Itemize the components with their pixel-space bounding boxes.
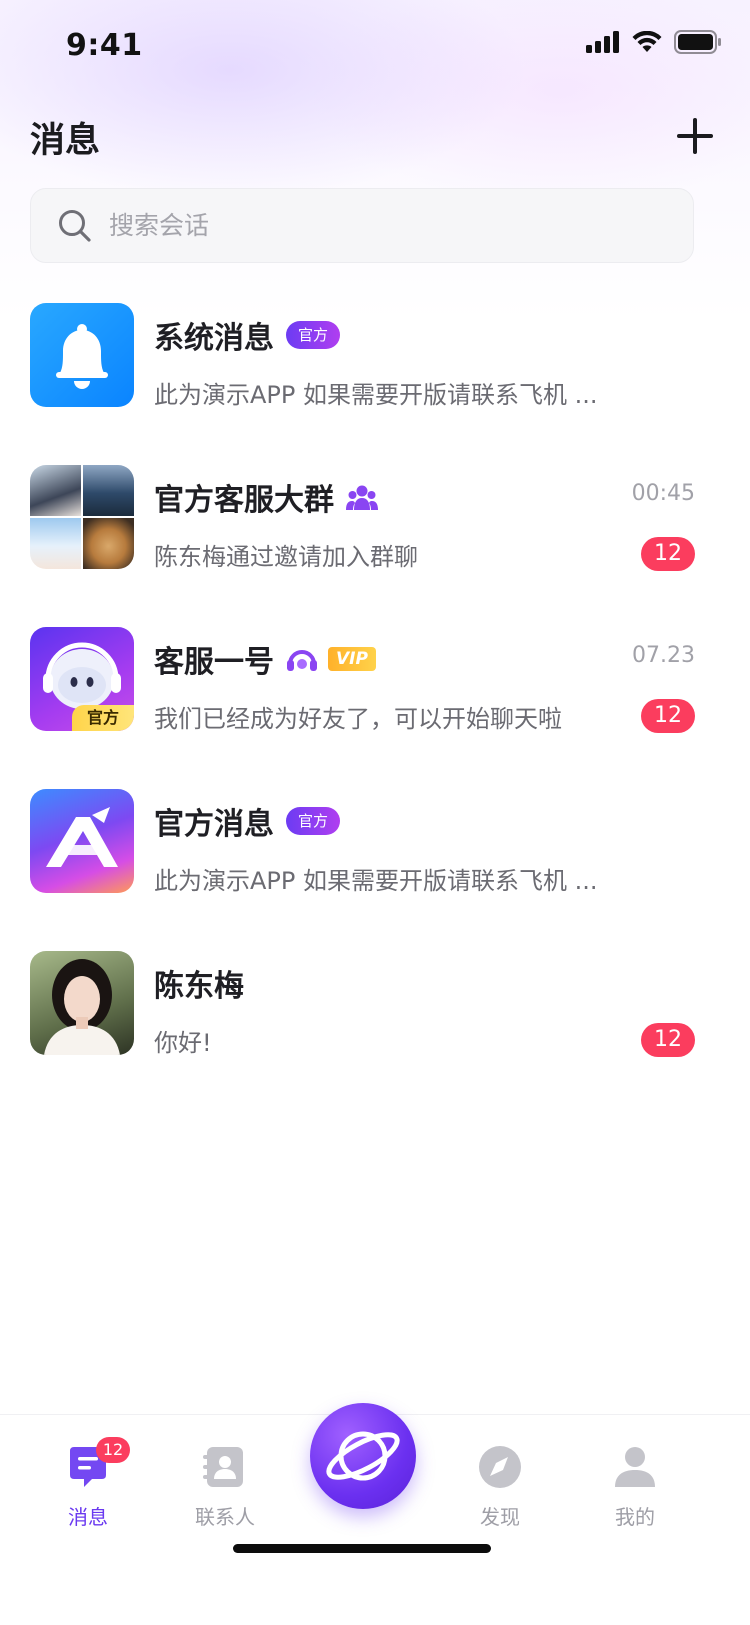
conversation-title: 陈东梅 (154, 969, 244, 1004)
conversation-name: 陈东梅 (154, 961, 244, 1005)
unread-badge: 12 (641, 699, 695, 733)
tab-bar: 12 消息 联系人 发现 我的 (0, 1403, 750, 1625)
conversation-item[interactable]: 官方 客服一号 VIP 07.23 我们已经成为好友了，可以开始聊天啦 12 (0, 627, 750, 789)
headset-icon (287, 650, 317, 671)
conversation-preview: 此为演示APP 如果需要开版请联系飞机 ... (154, 381, 598, 409)
conversation-title: 系统消息 (154, 321, 274, 356)
conversation-name: 系统消息 官方 (154, 313, 341, 357)
tab-discover[interactable]: 发现 (440, 1429, 560, 1529)
tab-profile[interactable]: 我的 (575, 1429, 695, 1529)
tab-messages[interactable]: 12 消息 (28, 1429, 148, 1529)
conversation-time: 00:45 (631, 481, 695, 506)
contacts-icon (203, 1447, 243, 1487)
plus-icon[interactable] (675, 116, 715, 156)
conversation-preview: 此为演示APP 如果需要开版请联系飞机 ... (154, 867, 598, 895)
conversation-list: 系统消息 官方 此为演示APP 如果需要开版请联系飞机 ... 官方客服大群 0… (0, 303, 750, 1113)
avatar-official-tag: 官方 (72, 705, 134, 731)
bell-avatar (30, 303, 134, 407)
official-tag: 官方 (286, 807, 341, 835)
group-photo-3 (30, 518, 81, 569)
conversation-time: 07.23 (632, 643, 695, 668)
portrait-avatar (30, 951, 134, 1055)
conversation-item[interactable]: 系统消息 官方 此为演示APP 如果需要开版请联系飞机 ... (0, 303, 750, 465)
signal-icon (586, 31, 619, 53)
conversation-preview: 我们已经成为好友了，可以开始聊天啦 (154, 705, 562, 733)
unread-badge: 12 (641, 1023, 695, 1057)
conversation-preview: 你好! (154, 1029, 212, 1057)
search-icon (59, 209, 91, 242)
group-icon (346, 485, 378, 510)
conversation-preview: 陈东梅通过邀请加入群聊 (154, 543, 418, 571)
group-photo-grid (30, 465, 134, 569)
conversation-title: 客服一号 (154, 645, 274, 680)
battery-icon (674, 30, 721, 54)
center-action-button[interactable] (310, 1403, 416, 1509)
robot-avatar: 官方 (30, 627, 134, 731)
conversation-title: 官方消息 (154, 807, 274, 842)
conversation-item[interactable]: 陈东梅 你好! 12 (0, 951, 750, 1113)
tab-label: 消息 (68, 1505, 108, 1529)
vip-tag: VIP (328, 647, 376, 671)
tab-contacts[interactable]: 联系人 (165, 1429, 285, 1529)
compass-icon (479, 1446, 521, 1488)
conversation-item[interactable]: 官方客服大群 00:45 陈东梅通过邀请加入群聊 12 (0, 465, 750, 627)
bell-icon (56, 324, 108, 389)
header: 消息 (0, 100, 750, 180)
status-icons (586, 30, 722, 54)
app-logo-avatar (30, 789, 134, 893)
tab-label: 我的 (615, 1505, 655, 1529)
conversation-title: 官方客服大群 (154, 483, 334, 518)
conversation-item[interactable]: 官方消息 官方 此为演示APP 如果需要开版请联系飞机 ... (0, 789, 750, 951)
app-logo-icon (46, 807, 118, 867)
wifi-icon (632, 31, 662, 52)
search-bar[interactable] (30, 188, 694, 263)
official-tag: 官方 (286, 321, 341, 349)
conversation-name: 官方消息 官方 (154, 799, 341, 843)
home-indicator (233, 1544, 491, 1553)
tab-unread-badge: 12 (96, 1437, 130, 1463)
planet-icon (326, 1431, 400, 1481)
search-input[interactable] (107, 210, 631, 241)
group-photo-1 (30, 465, 81, 516)
portrait-image (44, 959, 120, 1055)
tab-label: 发现 (480, 1505, 520, 1529)
group-photo-4 (83, 518, 134, 569)
status-bar: 9:41 (0, 0, 750, 96)
group-photo-2 (83, 465, 134, 516)
conversation-name: 客服一号 VIP (154, 637, 376, 681)
conversation-name: 官方客服大群 (154, 475, 378, 519)
status-time: 9:41 (66, 28, 143, 63)
page-title: 消息 (30, 121, 101, 161)
tab-label: 联系人 (195, 1505, 255, 1529)
profile-icon (615, 1447, 655, 1487)
unread-badge: 12 (641, 537, 695, 571)
